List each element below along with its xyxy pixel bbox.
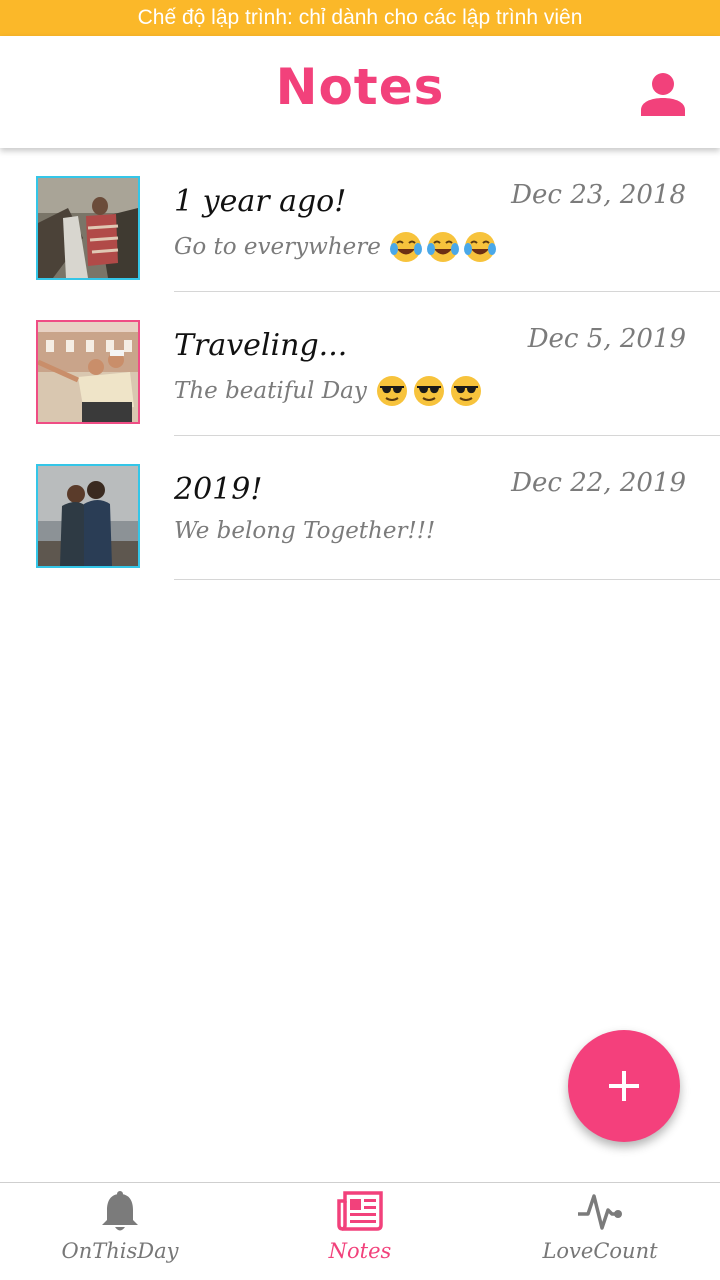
note-snippet-text: Go to everywhere: [174, 234, 381, 260]
newspaper-icon: [337, 1189, 383, 1233]
tab-lovecount-label: LoveCount: [542, 1239, 658, 1263]
tab-notes-label: Notes: [328, 1239, 392, 1263]
developer-mode-banner: Chế độ lập trình: chỉ dành cho các lập t…: [0, 0, 720, 36]
photo-couple-beach: [38, 466, 138, 566]
note-snippet: Go to everywhere: [174, 230, 497, 264]
tab-onthisday[interactable]: OnThisDay: [0, 1183, 240, 1280]
photo-couple-map: [38, 322, 138, 422]
face-with-tears-of-joy-icon: [426, 232, 459, 262]
bell-icon: [101, 1189, 139, 1233]
note-thumbnail: [36, 176, 140, 280]
notes-list: 1 year ago! Dec 23, 2018 Go to everywher…: [0, 148, 720, 580]
face-with-tears-of-joy-icon: [463, 232, 496, 262]
person-icon: [641, 73, 685, 116]
plus-icon: [609, 1071, 639, 1101]
note-thumbnail: [36, 320, 140, 424]
smiling-face-with-sunglasses-icon: [450, 376, 481, 406]
app-header: Notes: [0, 36, 720, 148]
note-date: Dec 23, 2018: [511, 180, 686, 210]
tab-onthisday-label: OnThisDay: [61, 1239, 179, 1263]
note-title: Traveling...: [174, 328, 348, 363]
note-snippet-text: We belong Together!!!: [174, 518, 436, 544]
divider: [174, 579, 720, 580]
note-snippet: We belong Together!!!: [174, 518, 435, 544]
note-title: 2019!: [174, 472, 263, 507]
note-item[interactable]: 2019! Dec 22, 2019 We belong Together!!!: [0, 436, 720, 580]
emoji-row: [375, 374, 483, 408]
note-title: 1 year ago!: [174, 184, 347, 219]
face-with-tears-of-joy-icon: [389, 232, 422, 262]
note-item[interactable]: 1 year ago! Dec 23, 2018 Go to everywher…: [0, 148, 720, 292]
note-item[interactable]: Traveling... Dec 5, 2019 The beatiful Da…: [0, 292, 720, 436]
emoji-row: [389, 230, 497, 264]
note-snippet: The beatiful Day: [174, 374, 483, 408]
page-title: Notes: [275, 58, 445, 116]
note-thumbnail: [36, 464, 140, 568]
note-date: Dec 5, 2019: [527, 324, 686, 354]
tab-notes[interactable]: Notes: [240, 1183, 480, 1280]
smiling-face-with-sunglasses-icon: [376, 376, 407, 406]
profile-button[interactable]: [632, 66, 694, 122]
tab-lovecount[interactable]: LoveCount: [480, 1183, 720, 1280]
photo-person-waterfall: [38, 178, 138, 278]
add-note-button[interactable]: [568, 1030, 680, 1142]
bottom-navigation: OnThisDay Notes LoveCount: [0, 1182, 720, 1280]
note-date: Dec 22, 2019: [511, 468, 686, 498]
heartbeat-icon: [576, 1189, 624, 1233]
developer-mode-text: Chế độ lập trình: chỉ dành cho các lập t…: [137, 6, 583, 29]
smiling-face-with-sunglasses-icon: [413, 376, 444, 406]
note-snippet-text: The beatiful Day: [174, 378, 367, 404]
